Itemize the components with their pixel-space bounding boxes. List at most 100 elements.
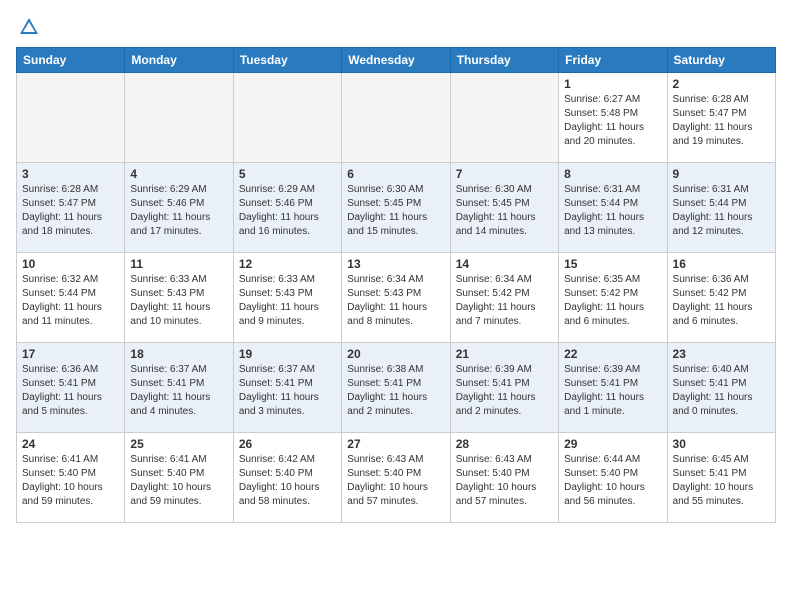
page-header <box>16 16 776 39</box>
day-number: 24 <box>22 437 119 451</box>
calendar-week-1: 1 Sunrise: 6:27 AMSunset: 5:48 PMDaylight… <box>17 73 776 163</box>
calendar-header-row: SundayMondayTuesdayWednesdayThursdayFrid… <box>17 48 776 73</box>
calendar-week-5: 24 Sunrise: 6:41 AMSunset: 5:40 PMDayligh… <box>17 433 776 523</box>
day-info: Sunrise: 6:38 AMSunset: 5:41 PMDaylight:… <box>347 363 444 419</box>
weekday-header-thursday: Thursday <box>450 48 558 73</box>
calendar-cell: 17 Sunrise: 6:36 AMSunset: 5:41 PMDayligh… <box>17 343 125 433</box>
day-info: Sunrise: 6:30 AMSunset: 5:45 PMDaylight:… <box>347 183 444 239</box>
calendar-cell: 11 Sunrise: 6:33 AMSunset: 5:43 PMDayligh… <box>125 253 233 343</box>
calendar-cell <box>450 73 558 163</box>
calendar-cell: 16Sunrise: 6:36 AMSunset: 5:42 PMDayligh… <box>667 253 775 343</box>
day-number: 25 <box>130 437 227 451</box>
calendar-cell: 5 Sunrise: 6:29 AMSunset: 5:46 PMDaylight… <box>233 163 341 253</box>
day-number: 4 <box>130 167 227 181</box>
day-info: Sunrise: 6:34 AMSunset: 5:42 PMDaylight:… <box>456 273 553 329</box>
day-number: 17 <box>22 347 119 361</box>
day-info: Sunrise: 6:32 AMSunset: 5:44 PMDaylight:… <box>22 273 119 329</box>
calendar-week-3: 10 Sunrise: 6:32 AMSunset: 5:44 PMDayligh… <box>17 253 776 343</box>
day-info: Sunrise: 6:28 AMSunset: 5:47 PMDaylight:… <box>673 93 770 149</box>
calendar-cell: 23 Sunrise: 6:40 AMSunset: 5:41 PMDayligh… <box>667 343 775 433</box>
day-number: 9 <box>673 167 770 181</box>
day-info: Sunrise: 6:40 AMSunset: 5:41 PMDaylight:… <box>673 363 770 419</box>
day-number: 26 <box>239 437 336 451</box>
day-info: Sunrise: 6:37 AMSunset: 5:41 PMDaylight:… <box>239 363 336 419</box>
day-info: Sunrise: 6:41 AMSunset: 5:40 PMDaylight:… <box>22 453 119 509</box>
weekday-header-friday: Friday <box>559 48 667 73</box>
day-info: Sunrise: 6:36 AMSunset: 5:42 PMDaylight:… <box>673 273 770 329</box>
day-info: Sunrise: 6:28 AMSunset: 5:47 PMDaylight:… <box>22 183 119 239</box>
calendar-table: SundayMondayTuesdayWednesdayThursdayFrid… <box>16 47 776 523</box>
day-info: Sunrise: 6:35 AMSunset: 5:42 PMDaylight:… <box>564 273 661 329</box>
day-info: Sunrise: 6:33 AMSunset: 5:43 PMDaylight:… <box>239 273 336 329</box>
calendar-cell: 10 Sunrise: 6:32 AMSunset: 5:44 PMDayligh… <box>17 253 125 343</box>
calendar-cell <box>342 73 450 163</box>
day-number: 27 <box>347 437 444 451</box>
day-number: 14 <box>456 257 553 271</box>
day-number: 28 <box>456 437 553 451</box>
day-info: Sunrise: 6:31 AMSunset: 5:44 PMDaylight:… <box>673 183 770 239</box>
calendar-cell: 15 Sunrise: 6:35 AMSunset: 5:42 PMDayligh… <box>559 253 667 343</box>
calendar-cell: 13 Sunrise: 6:34 AMSunset: 5:43 PMDayligh… <box>342 253 450 343</box>
day-number: 22 <box>564 347 661 361</box>
calendar-cell <box>233 73 341 163</box>
calendar-cell <box>125 73 233 163</box>
day-info: Sunrise: 6:33 AMSunset: 5:43 PMDaylight:… <box>130 273 227 329</box>
calendar-cell: 24 Sunrise: 6:41 AMSunset: 5:40 PMDayligh… <box>17 433 125 523</box>
day-number: 30 <box>673 437 770 451</box>
day-number: 3 <box>22 167 119 181</box>
calendar-cell: 8 Sunrise: 6:31 AMSunset: 5:44 PMDaylight… <box>559 163 667 253</box>
day-number: 11 <box>130 257 227 271</box>
day-info: Sunrise: 6:37 AMSunset: 5:41 PMDaylight:… <box>130 363 227 419</box>
day-number: 8 <box>564 167 661 181</box>
calendar-cell <box>17 73 125 163</box>
logo <box>16 16 40 39</box>
day-info: Sunrise: 6:45 AMSunset: 5:41 PMDaylight:… <box>673 453 770 509</box>
day-info: Sunrise: 6:29 AMSunset: 5:46 PMDaylight:… <box>130 183 227 239</box>
calendar-cell: 28Sunrise: 6:43 AMSunset: 5:40 PMDayligh… <box>450 433 558 523</box>
day-info: Sunrise: 6:36 AMSunset: 5:41 PMDaylight:… <box>22 363 119 419</box>
day-info: Sunrise: 6:43 AMSunset: 5:40 PMDaylight:… <box>347 453 444 509</box>
day-info: Sunrise: 6:39 AMSunset: 5:41 PMDaylight:… <box>456 363 553 419</box>
day-number: 12 <box>239 257 336 271</box>
calendar-cell: 7 Sunrise: 6:30 AMSunset: 5:45 PMDaylight… <box>450 163 558 253</box>
day-info: Sunrise: 6:29 AMSunset: 5:46 PMDaylight:… <box>239 183 336 239</box>
day-info: Sunrise: 6:34 AMSunset: 5:43 PMDaylight:… <box>347 273 444 329</box>
calendar-cell: 25Sunrise: 6:41 AMSunset: 5:40 PMDayligh… <box>125 433 233 523</box>
calendar-cell: 20Sunrise: 6:38 AMSunset: 5:41 PMDayligh… <box>342 343 450 433</box>
calendar-cell: 6 Sunrise: 6:30 AMSunset: 5:45 PMDaylight… <box>342 163 450 253</box>
day-number: 18 <box>130 347 227 361</box>
calendar-cell: 18 Sunrise: 6:37 AMSunset: 5:41 PMDayligh… <box>125 343 233 433</box>
day-number: 10 <box>22 257 119 271</box>
calendar-cell: 14 Sunrise: 6:34 AMSunset: 5:42 PMDayligh… <box>450 253 558 343</box>
day-info: Sunrise: 6:31 AMSunset: 5:44 PMDaylight:… <box>564 183 661 239</box>
day-number: 19 <box>239 347 336 361</box>
day-number: 13 <box>347 257 444 271</box>
weekday-header-monday: Monday <box>125 48 233 73</box>
day-number: 1 <box>564 77 661 91</box>
day-number: 15 <box>564 257 661 271</box>
day-number: 29 <box>564 437 661 451</box>
day-info: Sunrise: 6:42 AMSunset: 5:40 PMDaylight:… <box>239 453 336 509</box>
day-number: 6 <box>347 167 444 181</box>
day-info: Sunrise: 6:39 AMSunset: 5:41 PMDaylight:… <box>564 363 661 419</box>
day-number: 2 <box>673 77 770 91</box>
day-number: 7 <box>456 167 553 181</box>
calendar-cell: 1 Sunrise: 6:27 AMSunset: 5:48 PMDaylight… <box>559 73 667 163</box>
day-info: Sunrise: 6:44 AMSunset: 5:40 PMDaylight:… <box>564 453 661 509</box>
weekday-header-sunday: Sunday <box>17 48 125 73</box>
calendar-cell: 30 Sunrise: 6:45 AMSunset: 5:41 PMDayligh… <box>667 433 775 523</box>
day-info: Sunrise: 6:27 AMSunset: 5:48 PMDaylight:… <box>564 93 661 149</box>
day-number: 5 <box>239 167 336 181</box>
weekday-header-saturday: Saturday <box>667 48 775 73</box>
weekday-header-tuesday: Tuesday <box>233 48 341 73</box>
day-number: 23 <box>673 347 770 361</box>
day-info: Sunrise: 6:30 AMSunset: 5:45 PMDaylight:… <box>456 183 553 239</box>
logo-icon <box>18 16 40 43</box>
calendar-cell: 26 Sunrise: 6:42 AMSunset: 5:40 PMDayligh… <box>233 433 341 523</box>
calendar-cell: 2 Sunrise: 6:28 AMSunset: 5:47 PMDaylight… <box>667 73 775 163</box>
calendar-cell: 3 Sunrise: 6:28 AMSunset: 5:47 PMDaylight… <box>17 163 125 253</box>
calendar-week-2: 3 Sunrise: 6:28 AMSunset: 5:47 PMDaylight… <box>17 163 776 253</box>
calendar-cell: 22 Sunrise: 6:39 AMSunset: 5:41 PMDayligh… <box>559 343 667 433</box>
calendar-cell: 19 Sunrise: 6:37 AMSunset: 5:41 PMDayligh… <box>233 343 341 433</box>
weekday-header-wednesday: Wednesday <box>342 48 450 73</box>
